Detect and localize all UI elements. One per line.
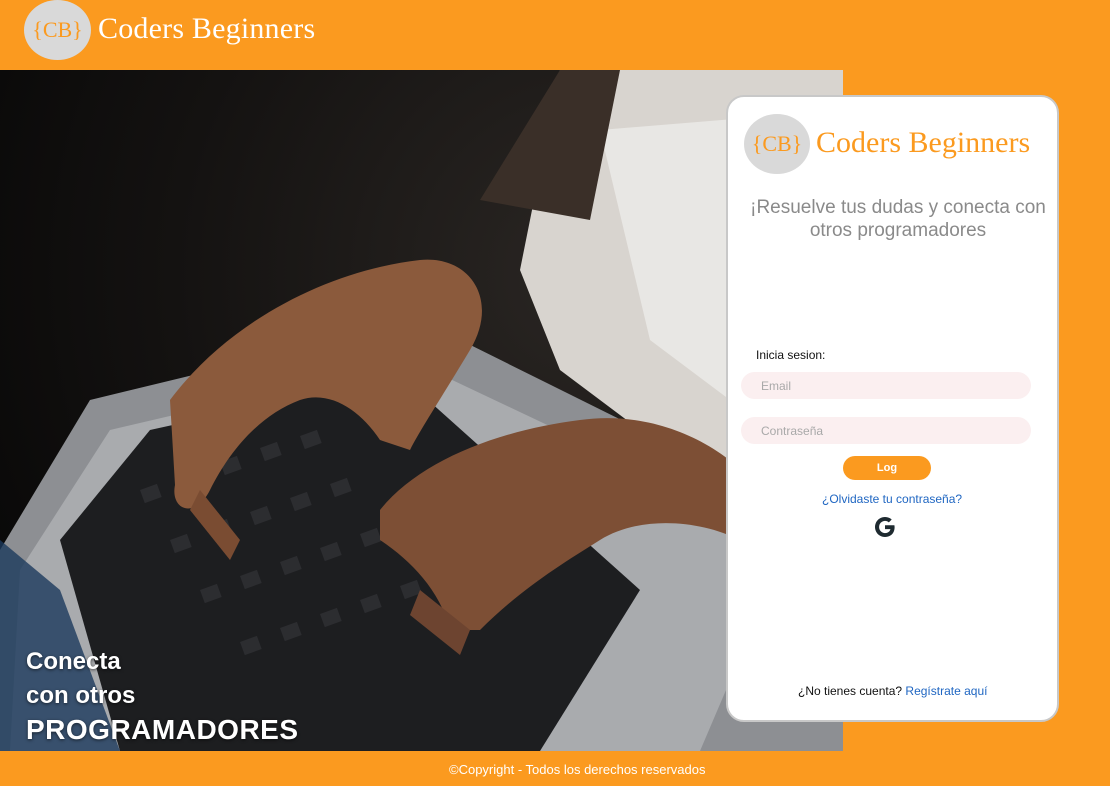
hero-photo-illustration [0, 70, 843, 751]
signup-prompt-text: ¿No tienes cuenta? [798, 684, 903, 698]
top-header: {CB} Coders Beginners [0, 0, 1110, 70]
card-logo-text: {CB} [751, 131, 803, 156]
email-field[interactable] [741, 372, 1031, 399]
footer: ©Copyright - Todos los derechos reservad… [0, 751, 1110, 786]
card-brand-name: Coders Beginners [816, 126, 1031, 159]
logo-text: {CB} [32, 17, 83, 42]
hero-image: Conecta con otros PROGRAMADORES [0, 70, 843, 751]
password-field[interactable] [741, 417, 1031, 444]
hero-heading-line2: con otros [26, 682, 136, 709]
hero-heading-line3: PROGRAMADORES [26, 714, 299, 745]
card-logo-badge: {CB} [744, 114, 810, 174]
brand-name[interactable]: Coders Beginners [98, 12, 315, 46]
copyright-text: ©Copyright - Todos los derechos reservad… [449, 762, 706, 777]
hero-heading-line1: Conecta [26, 648, 121, 675]
signup-link[interactable]: Regístrate aquí [905, 684, 987, 698]
signup-prompt: ¿No tienes cuenta? Regístrate aquí [798, 684, 987, 698]
login-button[interactable]: Log [843, 456, 931, 480]
login-label: Inicia sesion: [756, 348, 826, 362]
tagline: ¡Resuelve tus dudas y conecta con otros … [750, 197, 1046, 241]
google-icon[interactable] [873, 515, 897, 539]
login-card: {CB} Coders Beginners ¡Resuelve tus duda… [726, 95, 1059, 722]
logo-badge[interactable]: {CB} [24, 0, 91, 60]
forgot-password-link[interactable]: ¿Olvidaste tu contraseña? [822, 492, 962, 506]
